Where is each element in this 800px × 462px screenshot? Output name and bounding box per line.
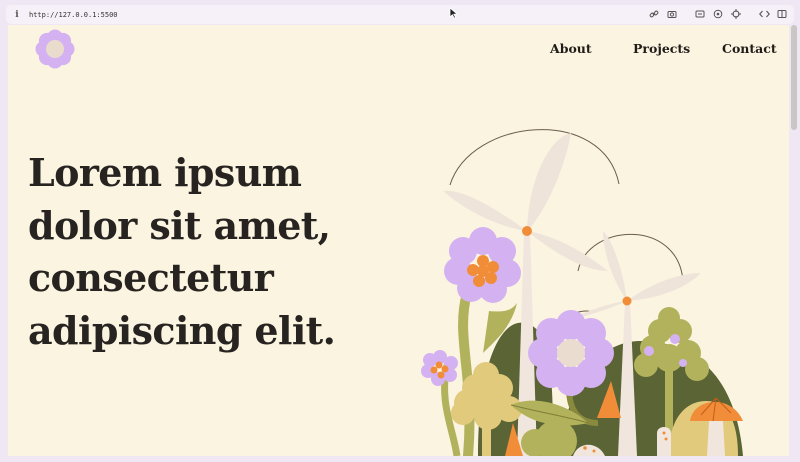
browser-address-bar[interactable]: i http://127.0.0.1:5500 (6, 5, 794, 24)
hero-title: Lorem ipsum dolor sit amet, consectetur … (28, 150, 336, 353)
page-viewport: About Projects Contact Lorem ipsum dolor… (8, 25, 789, 456)
url-field[interactable]: http://127.0.0.1:5500 (29, 11, 118, 19)
windmills-and-flowers-illustration (413, 113, 753, 456)
camera-icon[interactable] (666, 8, 678, 20)
nav-about-link[interactable]: About (550, 41, 592, 56)
devtools-icon[interactable] (758, 8, 770, 20)
mouse-cursor-icon (449, 4, 459, 23)
extension-icon[interactable] (712, 8, 724, 20)
nav-contact-link[interactable]: Contact (722, 41, 777, 56)
link-icon[interactable] (648, 8, 660, 20)
sidebar-icon[interactable] (776, 8, 788, 20)
page-scrollbar[interactable] (791, 25, 797, 130)
info-icon[interactable]: i (11, 10, 23, 20)
nav-projects-link[interactable]: Projects (633, 41, 690, 56)
caption-icon[interactable] (694, 8, 706, 20)
crosshair-icon[interactable] (730, 8, 742, 20)
main-nav: About Projects Contact (8, 41, 789, 57)
